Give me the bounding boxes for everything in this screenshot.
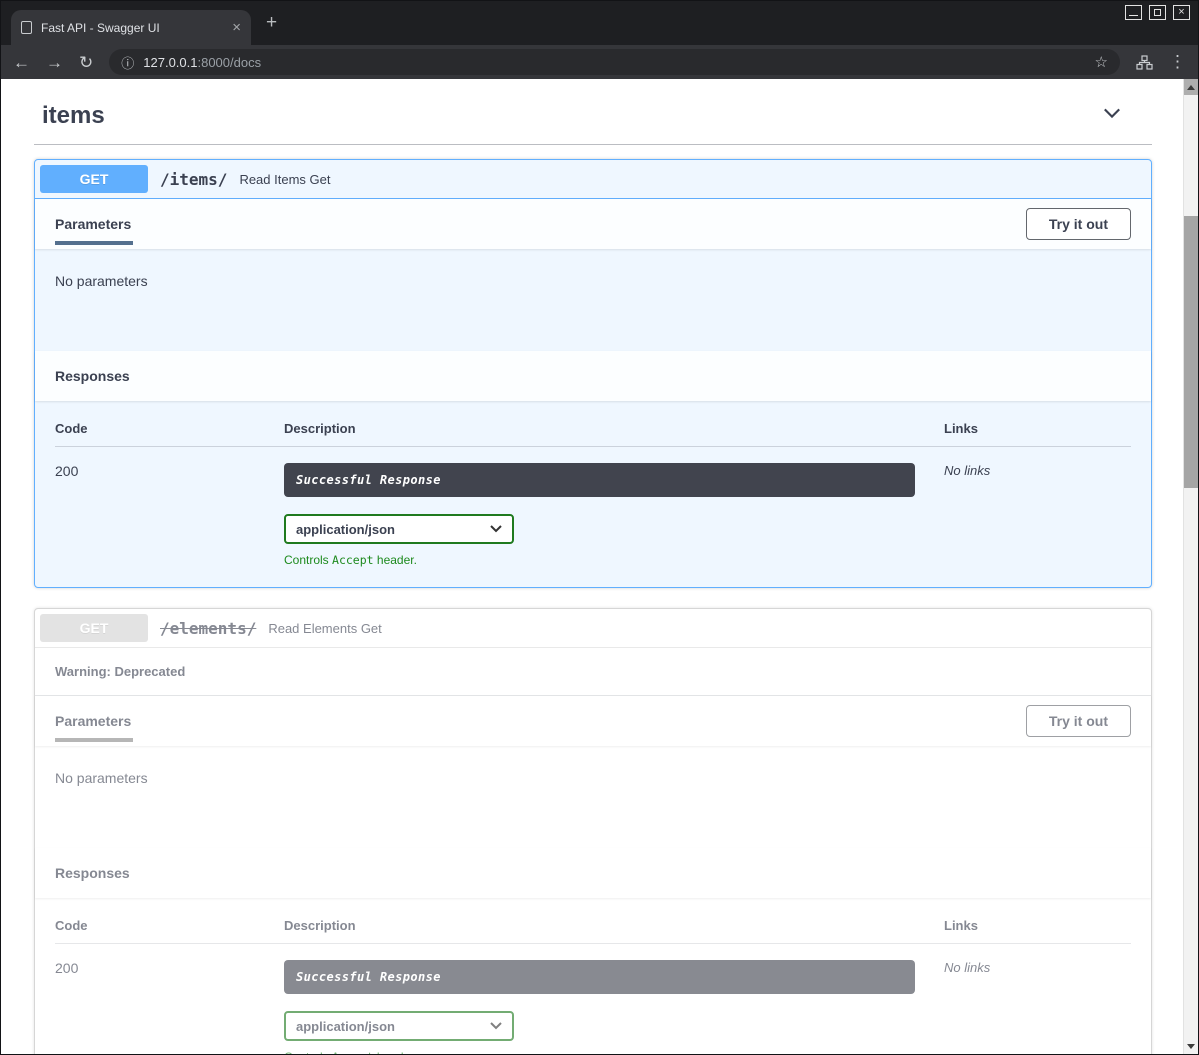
chevron-down-icon[interactable] [1100,101,1124,130]
operation-path: /items/ [148,170,239,189]
response-description-cell: Successful Response application/json Con… [284,960,944,1054]
parameters-header: Parameters Try it out [35,199,1151,249]
media-type-select[interactable]: application/json [284,514,514,544]
vertical-scrollbar[interactable] [1183,79,1198,1054]
bookmark-star-icon[interactable]: ☆ [1095,53,1108,71]
accept-note-prefix: Controls [284,553,332,567]
address-bar[interactable]: ⓘ 127.0.0.1:8000/docs ☆ [109,49,1120,75]
response-row: 200 Successful Response application/json… [55,447,1131,567]
close-window-button[interactable]: × [1173,5,1190,20]
deprecated-warning: Warning: Deprecated [35,648,1151,696]
parameters-tab[interactable]: Parameters [55,713,131,729]
code-column-header: Code [55,918,284,933]
operation-summary[interactable]: GET /items/ Read Items Get [35,160,1151,199]
responses-table-header: Code Description Links [55,421,1131,447]
accept-note-code: Accept [332,1050,374,1054]
media-type-value: application/json [296,522,395,537]
response-row: 200 Successful Response application/json… [55,944,1131,1054]
operation-path: /elements/ [148,619,268,638]
method-badge: GET [40,165,148,193]
try-it-out-button[interactable]: Try it out [1026,705,1131,737]
no-parameters-text: No parameters [35,249,1151,351]
tag-section-header[interactable]: items [34,91,1152,145]
no-parameters-text: No parameters [35,746,1151,848]
back-icon[interactable]: ← [13,54,30,71]
opblock-get-elements-deprecated: GET /elements/ Read Elements Get Warning… [34,608,1152,1054]
media-type-select[interactable]: application/json [284,1011,514,1041]
responses-title: Responses [55,368,130,384]
browser-tab[interactable]: Fast API - Swagger UI × [11,10,251,45]
chevron-down-icon [490,520,502,538]
minimize-button[interactable] [1125,5,1142,20]
links-column-header: Links [944,421,1131,436]
response-code: 200 [55,463,284,567]
links-column-header: Links [944,918,1131,933]
parameters-tab[interactable]: Parameters [55,216,131,232]
responses-title: Responses [55,865,130,881]
response-code: 200 [55,960,284,1054]
new-tab-button[interactable]: + [266,13,277,32]
responses-table: Code Description Links 200 Successful Re… [35,898,1151,1054]
site-info-icon[interactable]: ⓘ [121,53,134,72]
method-badge: GET [40,614,148,642]
browser-toolbar: ← → ↻ ⓘ 127.0.0.1:8000/docs ☆ ⋮ [1,45,1198,79]
response-description-cell: Successful Response application/json Con… [284,463,944,567]
operation-summary[interactable]: GET /elements/ Read Elements Get [35,609,1151,648]
url-text: 127.0.0.1:8000/docs [143,55,261,70]
forward-icon[interactable]: → [46,54,63,71]
scroll-down-button[interactable] [1184,1038,1198,1054]
chevron-down-icon [490,1017,502,1035]
responses-header: Responses [35,351,1151,401]
response-links: No links [944,960,1131,1054]
minimize-icon [1129,15,1138,16]
accept-header-note: Controls Accept header. [284,553,944,567]
responses-header: Responses [35,848,1151,898]
reload-icon[interactable]: ↻ [79,54,93,71]
section-title: items [42,102,105,130]
site-hierarchy-icon[interactable] [1136,55,1153,70]
operation-summary-text: Read Elements Get [268,621,381,636]
accept-note-prefix: Controls [284,1050,332,1054]
close-tab-icon[interactable]: × [232,20,241,35]
swagger-page: items GET /items/ Read Items Get Paramet… [1,79,1198,1054]
responses-table: Code Description Links 200 Successful Re… [35,401,1151,587]
responses-table-header: Code Description Links [55,918,1131,944]
url-path: :8000/docs [197,55,261,70]
scroll-up-button[interactable] [1184,79,1198,95]
maximize-icon [1154,9,1161,16]
accept-header-note: Controls Accept header. [284,1050,944,1054]
description-column-header: Description [284,421,944,436]
url-host: 127.0.0.1 [143,55,197,70]
page-favicon-icon [21,21,32,34]
tab-title: Fast API - Swagger UI [41,21,223,35]
parameters-header: Parameters Try it out [35,696,1151,746]
titlebar: Fast API - Swagger UI × + × [1,1,1198,45]
operation-summary-text: Read Items Get [239,172,330,187]
response-description: Successful Response [284,960,915,994]
opblock-get-items: GET /items/ Read Items Get Parameters Tr… [34,159,1152,588]
arrow-up-icon [1187,85,1195,90]
browser-window: Fast API - Swagger UI × + × ← → ↻ ⓘ 127.… [0,0,1199,1055]
code-column-header: Code [55,421,284,436]
browser-menu-icon[interactable]: ⋮ [1169,52,1186,72]
scrollbar-thumb[interactable] [1184,216,1198,488]
window-controls: × [1125,5,1190,20]
media-type-value: application/json [296,1019,395,1034]
accept-note-code: Accept [332,553,374,567]
accept-note-suffix: header. [374,1050,417,1054]
description-column-header: Description [284,918,944,933]
accept-note-suffix: header. [374,553,417,567]
response-links: No links [944,463,1131,567]
response-description: Successful Response [284,463,915,497]
arrow-down-icon [1187,1044,1195,1049]
try-it-out-button[interactable]: Try it out [1026,208,1131,240]
maximize-button[interactable] [1149,5,1166,20]
